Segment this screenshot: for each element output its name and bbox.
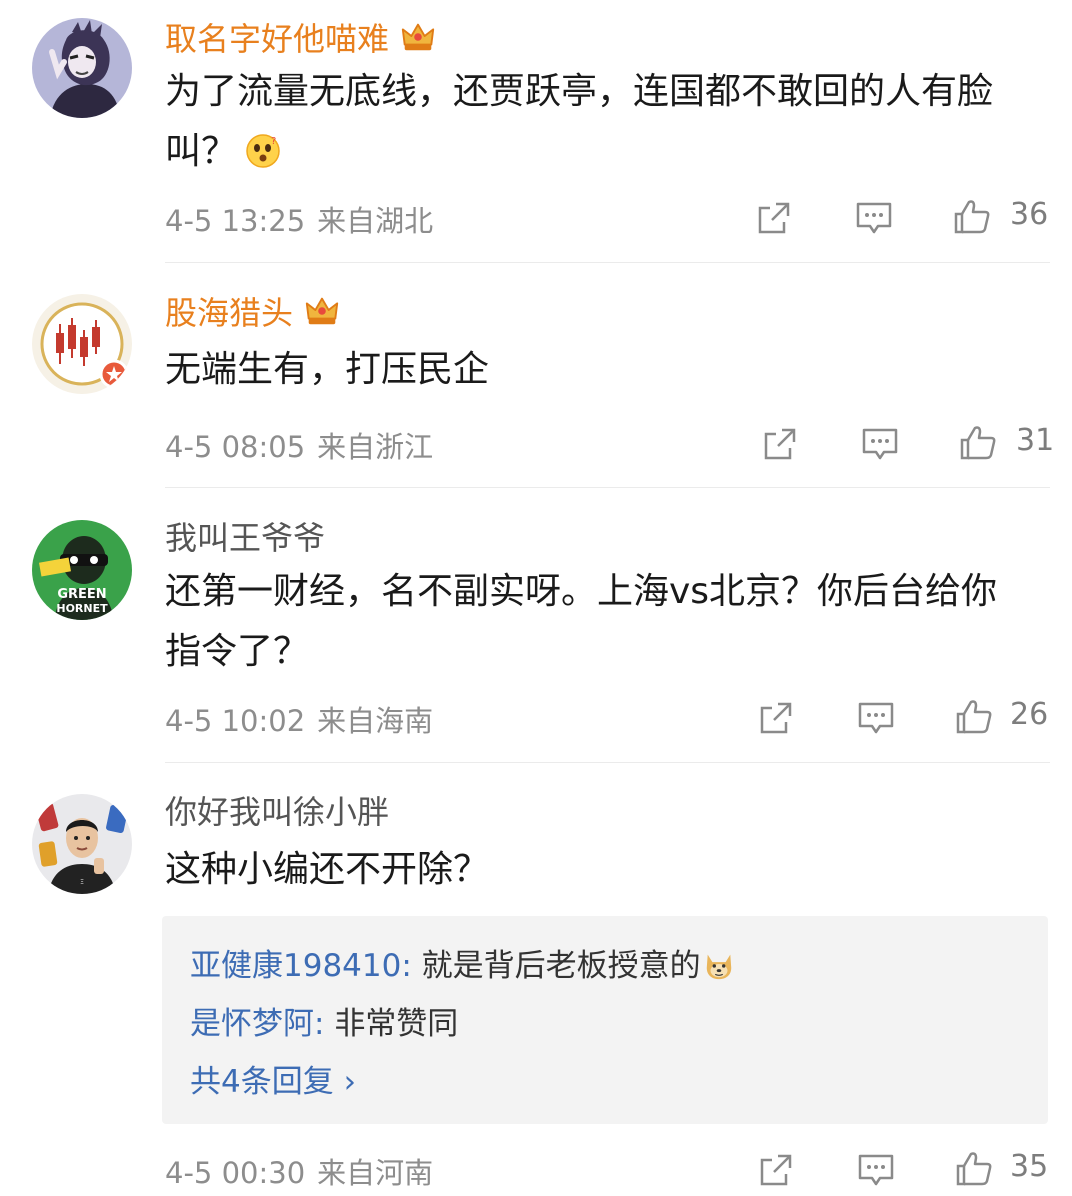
like-count: 36 [1010,197,1049,232]
comment-time: 4-5 13:25 [165,204,306,238]
doge-emoji [706,954,731,980]
crown-icon [305,297,339,325]
thumbs-up-icon [956,700,992,734]
comment-meta: 4-5 00:30 来自河南 [165,1150,433,1192]
comment-text: 还第一财经，名不副实呀。上海vs北京？你后台给你指令了？ [165,571,998,672]
surprised-emoji: ? [246,134,280,168]
crown-icon [401,23,435,51]
comment-button[interactable] [854,198,894,238]
divider [165,487,1050,488]
comment-time: 4-5 00:30 [165,1156,306,1190]
thumbs-up-icon [960,426,996,460]
reply-item[interactable]: 是怀梦阿: 非常赞同 [190,998,458,1043]
reply-text: 就是背后老板授意的 [421,948,701,984]
comment-meta: 4-5 10:02 来自海南 [165,698,433,740]
comment-time: 4-5 08:05 [165,430,306,464]
share-button[interactable] [754,198,794,238]
comment-location: 来自浙江 [317,430,434,464]
comment-meta: 4-5 08:05 来自浙江 [165,424,433,466]
avatar[interactable] [32,18,132,118]
comment-text: 这种小编还不开除？ [165,849,490,890]
like-count: 31 [1016,423,1055,458]
reply-username[interactable]: 是怀梦阿 [190,1006,314,1042]
thumbs-up-icon [956,1152,992,1186]
avatar[interactable] [32,294,132,394]
divider [165,262,1050,263]
comment-icon [858,1154,894,1186]
avatar[interactable]: Ξ [32,794,132,894]
share-icon [764,428,796,460]
like-button[interactable] [952,196,992,236]
reply-item[interactable]: 亚健康198410: 就是背后老板授意的 [190,940,735,985]
username[interactable]: 取名字好他喵难 [165,18,437,59]
share-icon [758,202,790,234]
username-text[interactable]: 你好我叫徐小胖 [165,793,389,831]
share-button[interactable] [756,1150,796,1190]
avatar[interactable]: GREEN HORNET [32,520,132,620]
comment-text: 为了流量无底线，还贾跃亭，连国都不敢回的人有脸叫？ ? [165,71,994,172]
comment-location: 来自河南 [317,1156,434,1190]
divider [165,762,1050,763]
username-text[interactable]: 取名字好他喵难 [165,20,389,58]
like-button[interactable] [954,1148,994,1188]
username-text[interactable]: 我叫王爷爷 [165,519,325,557]
svg-text:GREEN: GREEN [57,587,106,602]
username[interactable]: 你好我叫徐小胖 [165,792,389,832]
share-icon [760,1154,792,1186]
reply-preview[interactable]: 亚健康198410: 就是背后老板授意的 是怀梦阿: 非常赞同 共4条回复 › [162,916,1048,1124]
comment-text: 无端生有，打压民企 [165,349,490,390]
svg-text:?: ? [271,136,276,147]
like-button[interactable] [954,696,994,736]
comment-button[interactable] [860,424,900,464]
comment-location: 来自海南 [317,704,434,738]
share-button[interactable] [756,698,796,738]
reply-text: 非常赞同 [334,1006,459,1042]
like-count: 26 [1010,697,1049,732]
comment-meta: 4-5 13:25 来自湖北 [165,198,433,240]
like-count: 35 [1010,1149,1049,1184]
comment-button[interactable] [856,698,896,738]
comment-location: 来自湖北 [317,204,434,238]
svg-text:HORNET: HORNET [56,602,108,615]
like-button[interactable] [958,422,998,462]
share-icon [760,702,792,734]
share-button[interactable] [760,424,800,464]
username-text[interactable]: 股海猎头 [165,294,293,332]
comment-time: 4-5 10:02 [165,704,306,738]
comment-button[interactable] [856,1150,896,1190]
username[interactable]: 股海猎头 [165,292,341,333]
comment-icon [858,702,894,734]
reply-username[interactable]: 亚健康198410 [190,948,401,984]
username[interactable]: 我叫王爷爷 [165,518,325,558]
thumbs-up-icon [954,200,990,234]
comment-icon [862,428,898,460]
view-all-replies-link[interactable]: 共4条回复 › [190,1056,356,1101]
svg-text:Ξ: Ξ [80,879,84,886]
comment-icon [856,202,892,234]
